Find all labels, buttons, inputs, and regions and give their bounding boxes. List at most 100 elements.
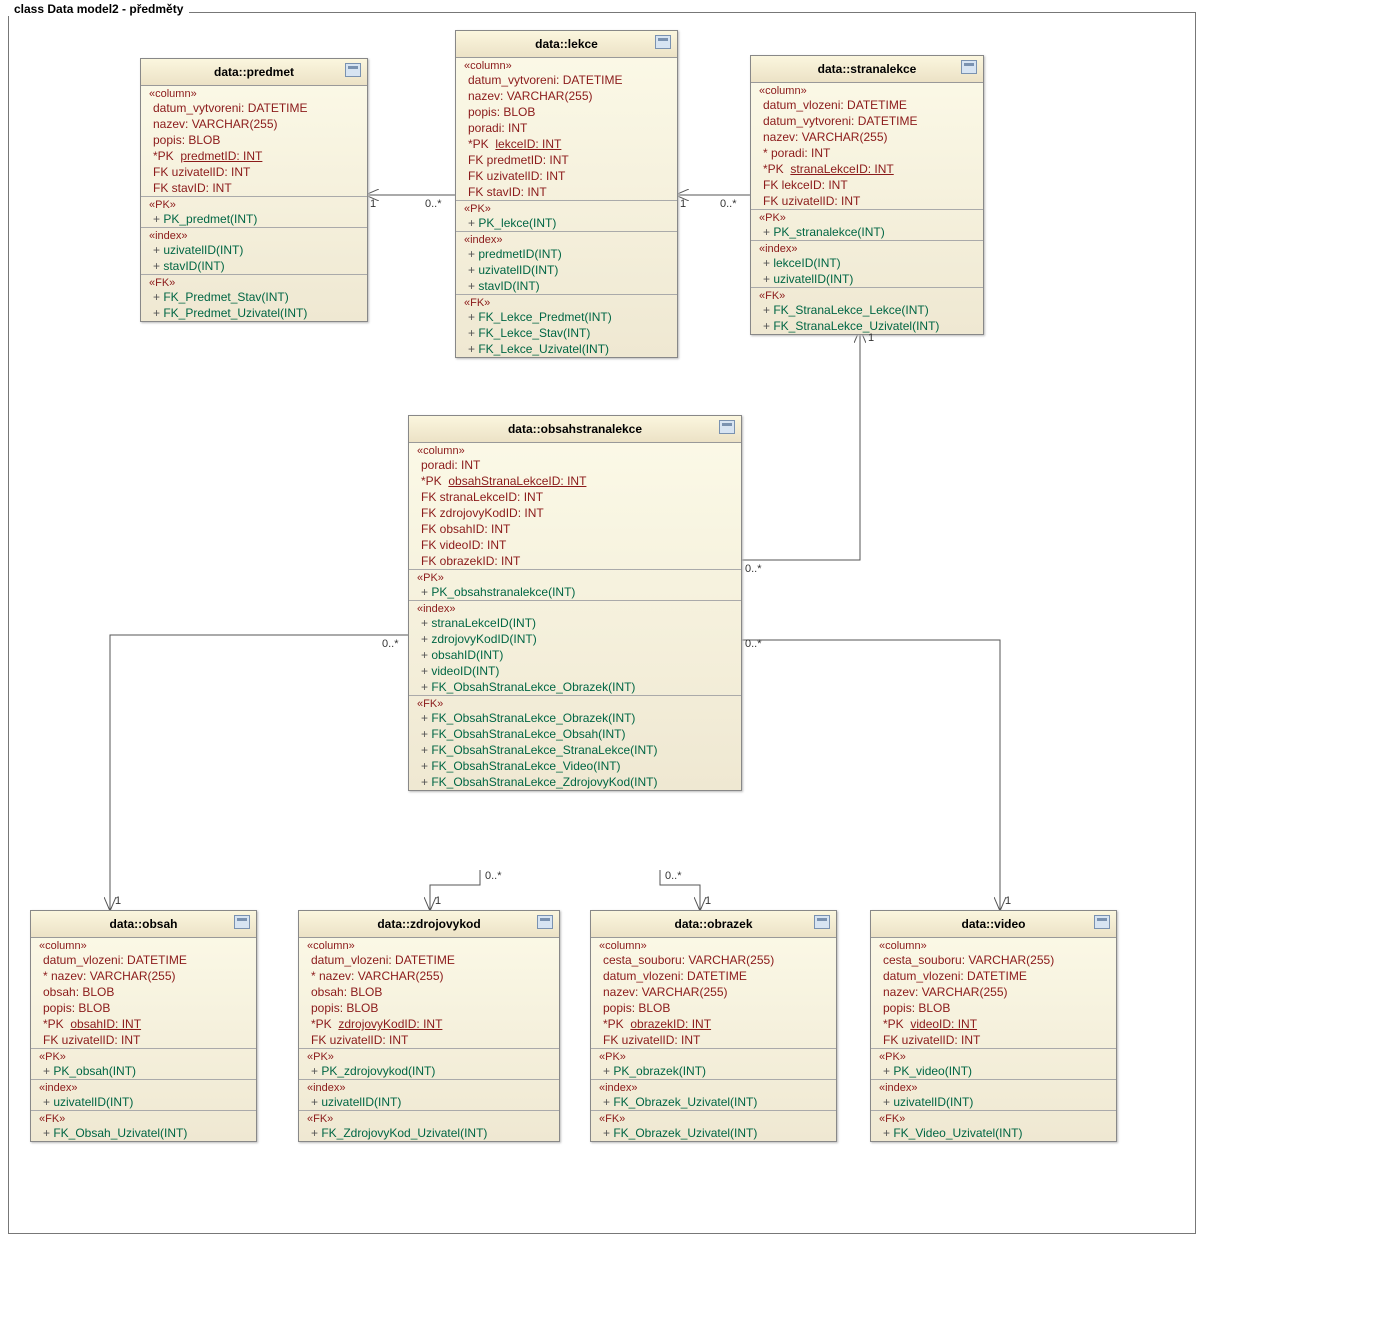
operation: videoID(INT) [409,663,741,679]
column: FK obrazekID: INT [409,553,741,569]
entity-title: data::lekce [535,37,598,51]
table-icon [1094,915,1110,929]
operation: stranaLekceID(INT) [409,615,741,631]
operation: PK_video(INT) [871,1063,1116,1079]
column: popis: BLOB [141,132,367,148]
operation: PK_lekce(INT) [456,215,677,231]
column-pk: stranaLekceID: INT [790,162,893,176]
column: datum_vytvoreni: DATETIME [456,72,677,88]
entity-title: data::obrazek [674,917,752,931]
column: datum_vlozeni: DATETIME [871,968,1116,984]
operation: FK_Obrazek_Uzivatel(INT) [591,1125,836,1141]
operation: FK_Lekce_Stav(INT) [456,325,677,341]
column-pk: lekceID: INT [495,137,561,151]
column: datum_vlozeni: DATETIME [751,97,983,113]
column: FK uzivatelID: INT [141,164,367,180]
multiplicity: 1 [705,895,711,907]
table-icon [537,915,553,929]
operation: uzivatelID(INT) [299,1094,559,1110]
fk-stereotype: «FK» [751,288,983,302]
multiplicity: 1 [370,198,376,210]
multiplicity: 1 [115,895,121,907]
column: obsah: BLOB [31,984,256,1000]
multiplicity: 1 [868,332,874,344]
column-stereotype: «column» [31,938,256,952]
column: popis: BLOB [871,1000,1116,1016]
pk-stereotype: «PK» [141,197,367,211]
column: datum_vlozeni: DATETIME [299,952,559,968]
column: FK uzivatelID: INT [299,1032,559,1048]
multiplicity: 0..* [382,638,399,650]
fk-stereotype: «FK» [409,696,741,710]
entity-obsah: data::obsah «column» datum_vlozeni: DATE… [30,910,257,1142]
table-icon [345,63,361,77]
pk-stereotype: «PK» [31,1049,256,1063]
fk-stereotype: «FK» [591,1111,836,1125]
multiplicity: 0..* [745,638,762,650]
pk-stereotype: «PK» [456,201,677,215]
entity-zdrojovykod: data::zdrojovykod «column» datum_vlozeni… [298,910,560,1142]
entity-stranalekce: data::stranalekce «column» datum_vlozeni… [750,55,984,335]
multiplicity: 0..* [665,870,682,882]
pk-stereotype: «PK» [299,1049,559,1063]
column: FK stranaLekceID: INT [409,489,741,505]
column: popis: BLOB [591,1000,836,1016]
operation: stavID(INT) [141,258,367,274]
operation: FK_Obrazek_Uzivatel(INT) [591,1094,836,1110]
column: popis: BLOB [299,1000,559,1016]
entity-title: data::obsah [109,917,177,931]
column: nazev: VARCHAR(255) [591,984,836,1000]
column: obsah: BLOB [299,984,559,1000]
column: FK uzivatelID: INT [31,1032,256,1048]
fk-stereotype: «FK» [456,295,677,309]
operation: PK_obrazek(INT) [591,1063,836,1079]
column: cesta_souboru: VARCHAR(255) [591,952,836,968]
fk-stereotype: «FK» [299,1111,559,1125]
fk-stereotype: «FK» [871,1111,1116,1125]
operation: PK_obsah(INT) [31,1063,256,1079]
column: poradi: INT [456,120,677,136]
column-pk: obsahID: INT [70,1017,141,1031]
operation: PK_stranalekce(INT) [751,224,983,240]
entity-title: data::obsahstranalekce [508,422,642,436]
index-stereotype: «index» [591,1080,836,1094]
column: datum_vlozeni: DATETIME [591,968,836,984]
index-stereotype: «index» [31,1080,256,1094]
column-pk: videoID: INT [910,1017,977,1031]
operation: zdrojovyKodID(INT) [409,631,741,647]
column: datum_vytvoreni: DATETIME [141,100,367,116]
operation: FK_ObsahStranaLekce_StranaLekce(INT) [409,742,741,758]
multiplicity: 0..* [485,870,502,882]
entity-video: data::video «column» cesta_souboru: VARC… [870,910,1117,1142]
column: FK stavID: INT [141,180,367,196]
column-stereotype: «column» [871,938,1116,952]
index-stereotype: «index» [299,1080,559,1094]
entity-title: data::predmet [214,65,294,79]
operation: PK_obsahstranalekce(INT) [409,584,741,600]
diagram-title: class Data model2 - předměty [8,2,189,16]
column-stereotype: «column» [591,938,836,952]
column: FK zdrojovyKodID: INT [409,505,741,521]
fk-stereotype: «FK» [141,275,367,289]
column-pk: obrazekID: INT [630,1017,711,1031]
table-icon [961,60,977,74]
operation: PK_predmet(INT) [141,211,367,227]
entity-obrazek: data::obrazek «column» cesta_souboru: VA… [590,910,837,1142]
column-stereotype: «column» [141,86,367,100]
column: FK lekceID: INT [751,177,983,193]
column: datum_vytvoreni: DATETIME [751,113,983,129]
multiplicity: 0..* [745,563,762,575]
pk-stereotype: «PK» [409,570,741,584]
operation: FK_Predmet_Uzivatel(INT) [141,305,367,321]
table-icon [814,915,830,929]
multiplicity: 1 [680,198,686,210]
multiplicity: 1 [1005,895,1011,907]
operation: FK_Lekce_Predmet(INT) [456,309,677,325]
column-stereotype: «column» [456,58,677,72]
operation: FK_ObsahStranaLekce_ZdrojovyKod(INT) [409,774,741,790]
operation: FK_StranaLekce_Uzivatel(INT) [751,318,983,334]
column: FK uzivatelID: INT [751,193,983,209]
operation: FK_ZdrojovyKod_Uzivatel(INT) [299,1125,559,1141]
entity-lekce: data::lekce «column» datum_vytvoreni: DA… [455,30,678,358]
multiplicity: 0..* [425,198,442,210]
